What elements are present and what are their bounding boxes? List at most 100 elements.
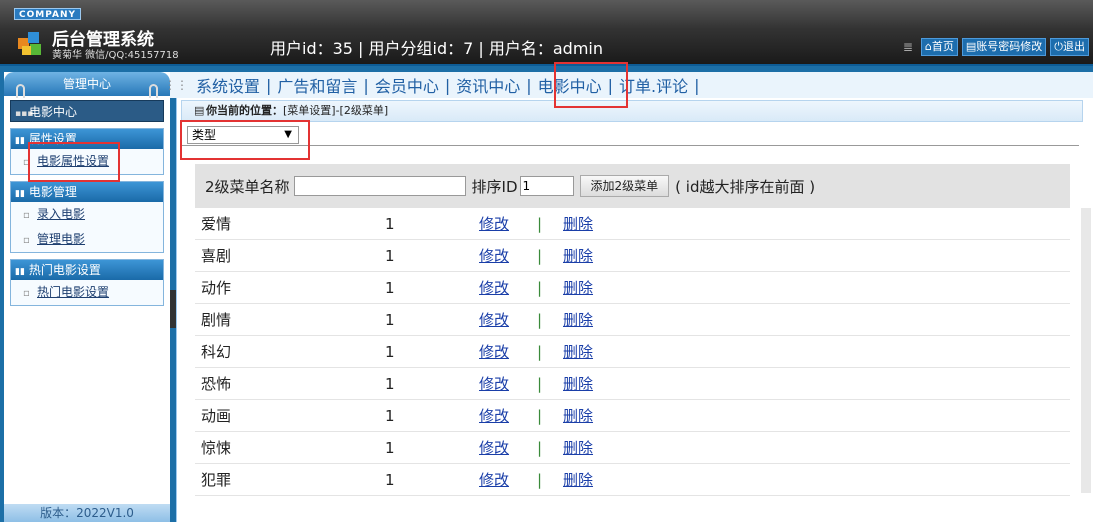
row-sort: 1 — [385, 374, 395, 393]
page-icon: ▫ — [23, 157, 30, 168]
row-name: 喜剧 — [201, 247, 232, 265]
row-sort: 1 — [385, 214, 395, 233]
power-icon: ⏻ — [1054, 40, 1063, 53]
logout-link[interactable]: ⏻退出 — [1050, 38, 1089, 56]
sidebar: 管理中心 ▪▪▪电影中心 ▮▮ 属性设置 ▫ 电影属性设置 ▮▮ 电影管理 ▫ 录入电影… — [4, 72, 170, 522]
group-title-label: 热门电影设置 — [28, 263, 101, 277]
submenu-list: 爱情 1 修改 | 删除 喜剧 1 修改 | 删除 动作 1 修改 | 删除 剧情 1 修改 | 删除 科幻 1 修… — [195, 208, 1070, 496]
submenu-name-input[interactable] — [293, 176, 466, 196]
window-icon: ▤ — [194, 104, 205, 117]
delete-link[interactable]: 删除 — [563, 277, 593, 298]
group-title-label: 电影管理 — [28, 185, 77, 199]
nav-movie-center[interactable]: 电影中心 — [532, 73, 608, 97]
home-link[interactable]: ⌂首页 — [920, 38, 958, 56]
app-subtitle: 黄菊华 微信/QQ:45157718 — [52, 50, 179, 61]
menu-bars-icon: ▮▮ — [15, 267, 25, 277]
doc-icon: ▤ — [965, 40, 977, 53]
row-sort: 1 — [385, 342, 395, 361]
sidebar-group-attributes: ▮▮ 属性设置 ▫ 电影属性设置 — [10, 128, 164, 175]
delete-link[interactable]: 删除 — [563, 437, 593, 458]
vertical-scrollbar[interactable] — [1081, 208, 1091, 493]
add-submenu-button[interactable]: 添加2级菜单 — [579, 175, 670, 197]
row-sort: 1 — [385, 278, 395, 297]
edit-link[interactable]: 修改 — [479, 469, 537, 490]
grip-icon: ⋮⋮ — [164, 78, 188, 92]
submenu-name-label: 2级菜单名称 — [205, 177, 290, 196]
sidebar-item-label: 录入电影 — [37, 207, 86, 221]
sidebar-title: 管理中心 — [62, 77, 111, 91]
row-separator: | — [537, 406, 543, 425]
delete-link[interactable]: 删除 — [563, 405, 593, 426]
page-icon: ▫ — [23, 210, 30, 221]
top-nav: ⋮⋮ 系统设置 | 广告和留言 | 会员中心 | 资讯中心 | 电影中心 | 订… — [164, 72, 1093, 98]
company-badge: COMPANY — [14, 8, 81, 20]
page-icon: ▫ — [23, 235, 30, 246]
delete-link[interactable]: 删除 — [563, 373, 593, 394]
grip-icon: ≣ — [902, 40, 913, 54]
row-sort: 1 — [385, 438, 395, 457]
nav-ads-messages[interactable]: 广告和留言 — [271, 73, 363, 97]
sidebar-item-hot-movie-settings[interactable]: ▫ 热门电影设置 — [11, 280, 163, 305]
row-name: 动画 — [201, 407, 232, 425]
row-name: 犯罪 — [201, 471, 232, 489]
page-icon: ▫ — [23, 288, 30, 299]
breadcrumb-label: 你当前的位置： — [206, 104, 283, 117]
table-row: 惊悚 1 修改 | 删除 — [195, 432, 1070, 464]
header-bar: COMPANY 后台管理系统 黄菊华 微信/QQ:45157718 用户id：3… — [0, 0, 1093, 66]
edit-link[interactable]: 修改 — [479, 277, 537, 298]
nav-orders-comments[interactable]: 订单.评论 — [613, 73, 694, 97]
table-row: 喜剧 1 修改 | 删除 — [195, 240, 1070, 272]
sort-id-input[interactable] — [519, 176, 574, 196]
pin-icon — [16, 84, 25, 98]
breadcrumb: ▤ 你当前的位置：[菜单设置]-[2级菜单] — [181, 100, 1083, 122]
breadcrumb-path: [菜单设置]-[2级菜单] — [283, 104, 389, 117]
row-sort: 1 — [385, 246, 395, 265]
nav-system-settings[interactable]: 系统设置 — [190, 73, 266, 97]
sidebar-group-title[interactable]: ▮▮ 热门电影设置 — [11, 260, 163, 280]
row-name: 科幻 — [201, 343, 232, 361]
delete-link[interactable]: 删除 — [563, 245, 593, 266]
delete-link[interactable]: 删除 — [563, 469, 593, 490]
home-link-label: 首页 — [931, 40, 954, 53]
sidebar-group-title[interactable]: ▮▮ 电影管理 — [11, 182, 163, 202]
group-title-label: 属性设置 — [28, 132, 77, 146]
table-row: 动画 1 修改 | 删除 — [195, 400, 1070, 432]
row-separator: | — [537, 374, 543, 393]
delete-link[interactable]: 删除 — [563, 213, 593, 234]
edit-link[interactable]: 修改 — [479, 437, 537, 458]
sidebar-item-manage-movies[interactable]: ▫ 管理电影 — [11, 227, 163, 252]
header-links: ≣ ⌂首页 ▤账号密码修改 ⏻退出 — [903, 38, 1089, 56]
current-section-label: 电影中心 — [29, 105, 78, 119]
sidebar-current-section: ▪▪▪电影中心 — [10, 100, 164, 122]
row-separator: | — [537, 342, 543, 361]
delete-link[interactable]: 删除 — [563, 341, 593, 362]
row-name: 惊悚 — [201, 439, 232, 457]
edit-link[interactable]: 修改 — [479, 405, 537, 426]
sidebar-group-title[interactable]: ▮▮ 属性设置 — [11, 129, 163, 149]
edit-link[interactable]: 修改 — [479, 213, 537, 234]
logout-label: 退出 — [1063, 40, 1085, 53]
menu-bars-icon: ▮▮ — [15, 136, 25, 146]
account-password-link[interactable]: ▤账号密码修改 — [961, 38, 1047, 56]
row-name: 动作 — [201, 279, 232, 297]
sidebar-group-movie-management: ▮▮ 电影管理 ▫ 录入电影 ▫ 管理电影 — [10, 181, 164, 253]
row-name: 恐怖 — [201, 375, 232, 393]
table-row: 动作 1 修改 | 删除 — [195, 272, 1070, 304]
row-sort: 1 — [385, 470, 395, 489]
edit-link[interactable]: 修改 — [479, 309, 537, 330]
type-select[interactable]: 类型 ▼ — [187, 126, 299, 144]
nav-news-center[interactable]: 资讯中心 — [450, 73, 526, 97]
row-separator: | — [537, 214, 543, 233]
sidebar-item-movie-attributes[interactable]: ▫ 电影属性设置 — [11, 149, 163, 174]
edit-link[interactable]: 修改 — [479, 341, 537, 362]
row-sort: 1 — [385, 310, 395, 329]
delete-link[interactable]: 删除 — [563, 309, 593, 330]
edit-link[interactable]: 修改 — [479, 245, 537, 266]
row-separator: | — [537, 278, 543, 297]
nav-member-center[interactable]: 会员中心 — [369, 73, 445, 97]
sidebar-header: 管理中心 — [4, 72, 170, 98]
table-row: 爱情 1 修改 | 删除 — [195, 208, 1070, 240]
sort-id-label: 排序ID — [471, 177, 518, 196]
edit-link[interactable]: 修改 — [479, 373, 537, 394]
sidebar-item-add-movie[interactable]: ▫ 录入电影 — [11, 202, 163, 227]
